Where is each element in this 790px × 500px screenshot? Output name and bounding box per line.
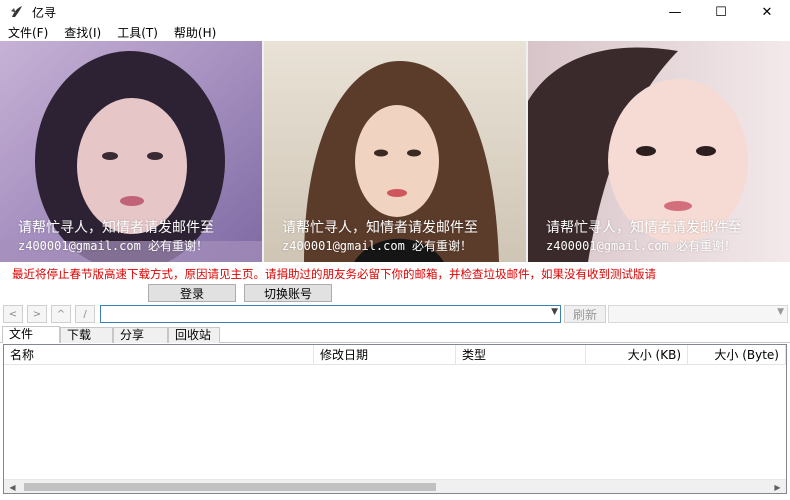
- banner-photo-1: 请帮忙寻人，知情者请发邮件至 z400001@gmail.com 必有重谢！: [0, 41, 262, 262]
- back-icon: <: [8, 308, 18, 320]
- menu-find[interactable]: 查找(I): [56, 24, 109, 42]
- menu-file[interactable]: 文件(F): [0, 24, 56, 42]
- menu-bar: 文件(F) 查找(I) 工具(T) 帮助(H): [0, 24, 790, 42]
- column-size-byte[interactable]: 大小 (Byte): [688, 345, 786, 365]
- file-list[interactable]: 名称 修改日期 类型 大小 (KB) 大小 (Byte) ◀ ▶: [3, 344, 787, 494]
- close-button[interactable]: ✕: [744, 0, 790, 24]
- scrollbar-thumb[interactable]: [24, 483, 436, 491]
- chevron-down-icon[interactable]: ▼: [777, 307, 784, 317]
- banner-email: z400001@gmail.com 必有重谢！: [282, 239, 473, 253]
- up-button[interactable]: ^: [51, 305, 71, 323]
- refresh-button[interactable]: 刷新: [564, 305, 606, 323]
- column-size-kb[interactable]: 大小 (KB): [586, 345, 688, 365]
- close-icon: ✕: [761, 4, 773, 20]
- filter-combobox[interactable]: ▼: [608, 305, 788, 323]
- banner-email: z400001@gmail.com 必有重谢！: [546, 239, 737, 253]
- navigation-bar: < > ^ / ▼ 刷新 ▼: [0, 304, 790, 324]
- banner-photo-2: 请帮忙寻人，知情者请发邮件至 z400001@gmail.com 必有重谢！: [264, 41, 526, 262]
- banner-caption: 请帮忙寻人，知情者请发邮件至: [18, 220, 214, 236]
- scroll-left-icon[interactable]: ◀: [4, 480, 21, 494]
- app-logo-icon: [8, 3, 26, 21]
- tab-shares[interactable]: 分享: [113, 327, 168, 343]
- maximize-button[interactable]: ☐: [698, 0, 744, 24]
- up-icon: ^: [56, 308, 66, 320]
- forward-button[interactable]: >: [27, 305, 47, 323]
- tab-strip: 文件 下载 分享 回收站: [0, 326, 790, 343]
- login-button[interactable]: 登录: [148, 284, 236, 302]
- table-header: 名称 修改日期 类型 大小 (KB) 大小 (Byte): [4, 345, 786, 365]
- missing-person-banner: 请帮忙寻人，知情者请发邮件至 z400001@gmail.com 必有重谢！ 请…: [0, 41, 790, 262]
- root-button[interactable]: /: [75, 305, 95, 323]
- menu-help[interactable]: 帮助(H): [166, 24, 224, 42]
- horizontal-scrollbar[interactable]: ◀ ▶: [4, 479, 786, 493]
- banner-photo-3: 请帮忙寻人，知情者请发邮件至 z400001@gmail.com 必有重谢！: [528, 41, 790, 262]
- tab-files[interactable]: 文件: [2, 326, 60, 343]
- tab-downloads[interactable]: 下载: [60, 327, 113, 343]
- title-bar: 亿寻 — ☐ ✕: [0, 0, 790, 24]
- switch-account-button[interactable]: 切换账号: [244, 284, 332, 302]
- banner-caption: 请帮忙寻人，知情者请发邮件至: [546, 220, 742, 236]
- window-title: 亿寻: [32, 5, 57, 20]
- window-controls: — ☐ ✕: [652, 0, 790, 24]
- scroll-right-icon[interactable]: ▶: [769, 480, 786, 494]
- notice-text: 最近将停止春节版高速下载方式，原因请见主页。请捐助过的朋友务必留下你的邮箱，并检…: [12, 267, 656, 281]
- column-type[interactable]: 类型: [456, 345, 586, 365]
- path-combobox[interactable]: ▼: [100, 305, 561, 323]
- tab-recycle-bin[interactable]: 回收站: [168, 327, 220, 343]
- minimize-icon: —: [668, 4, 682, 20]
- column-name[interactable]: 名称: [4, 345, 314, 365]
- column-modified[interactable]: 修改日期: [314, 345, 456, 365]
- menu-tools[interactable]: 工具(T): [109, 24, 166, 42]
- minimize-button[interactable]: —: [652, 0, 698, 24]
- banner-caption: 请帮忙寻人，知情者请发邮件至: [282, 220, 478, 236]
- root-icon: /: [83, 308, 87, 320]
- forward-icon: >: [32, 308, 42, 320]
- chevron-down-icon[interactable]: ▼: [551, 307, 558, 317]
- maximize-icon: ☐: [715, 4, 727, 20]
- banner-email: z400001@gmail.com 必有重谢！: [18, 239, 209, 253]
- back-button[interactable]: <: [3, 305, 23, 323]
